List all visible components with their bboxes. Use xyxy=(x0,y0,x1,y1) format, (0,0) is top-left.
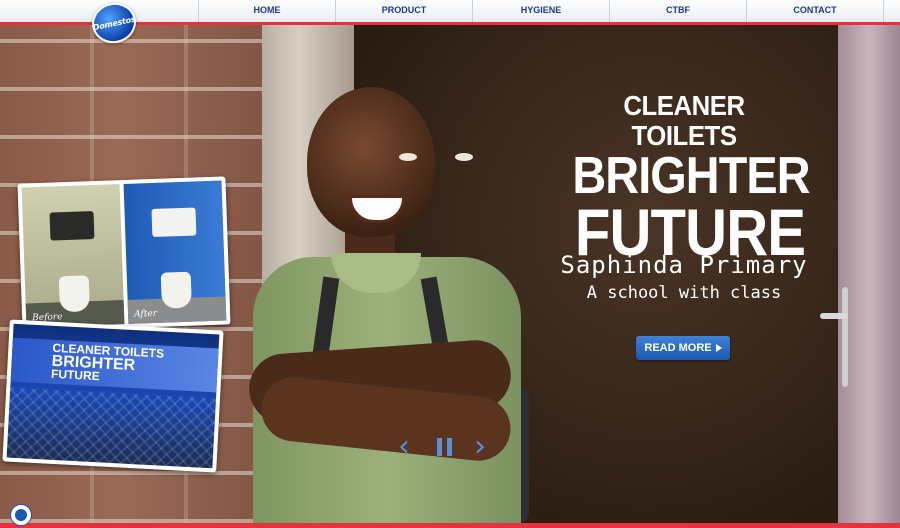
banner-text: CLEANER TOILETS BRIGHTER FUTURE xyxy=(51,341,165,387)
hero-headline: CLEANER TOILETS BRIGHTER FUTURE xyxy=(560,90,810,266)
toilet-tank xyxy=(49,211,95,241)
school-tagline: A school with class xyxy=(586,283,782,303)
nav-hygiene[interactable]: HYGIENE xyxy=(472,0,609,22)
toilet-tank xyxy=(151,207,197,237)
footer-logo-icon[interactable] xyxy=(10,504,32,526)
headline-line-2: BRIGHTER xyxy=(572,147,810,205)
play-arrow-icon xyxy=(715,344,722,353)
main-nav: HOME PRODUCT HYGIENE CTBF CONTACT xyxy=(198,0,884,22)
read-more-button[interactable]: READ MORE xyxy=(636,336,730,360)
eye-right xyxy=(455,153,473,161)
chevron-left-icon[interactable]: ‹ xyxy=(398,432,410,462)
door-handle-plate xyxy=(842,287,848,387)
bottom-bar xyxy=(0,523,900,528)
toilet xyxy=(58,275,90,313)
school-caption: Saphinda Primary A school with class xyxy=(556,251,812,303)
toilet xyxy=(160,271,192,309)
after-panel: After xyxy=(123,180,227,324)
nav-contact[interactable]: CONTACT xyxy=(746,0,884,22)
after-caption: After xyxy=(133,308,158,320)
banner-photo-inner: CLEANER TOILETS BRIGHTER FUTURE xyxy=(6,323,220,469)
logo-text: Domestos xyxy=(91,14,137,32)
headline-line-1: CLEANER TOILETS xyxy=(623,90,745,151)
pause-icon[interactable] xyxy=(437,434,455,460)
chevron-right-icon[interactable]: › xyxy=(474,432,486,462)
fence xyxy=(6,387,217,469)
read-more-label: READ MORE xyxy=(644,342,712,354)
before-panel: Before xyxy=(21,184,125,328)
student-photo xyxy=(245,87,535,523)
door-frame xyxy=(838,25,900,523)
school-name: Saphinda Primary xyxy=(560,251,808,279)
eye-left xyxy=(399,153,417,161)
nav-ctbf[interactable]: CTBF xyxy=(609,0,746,22)
nav-product[interactable]: PRODUCT xyxy=(335,0,472,22)
banner-photo: CLEANER TOILETS BRIGHTER FUTURE xyxy=(2,319,224,473)
nav-home[interactable]: HOME xyxy=(198,0,335,22)
door-handle xyxy=(820,313,848,319)
before-after-photo: Before After xyxy=(17,176,231,332)
